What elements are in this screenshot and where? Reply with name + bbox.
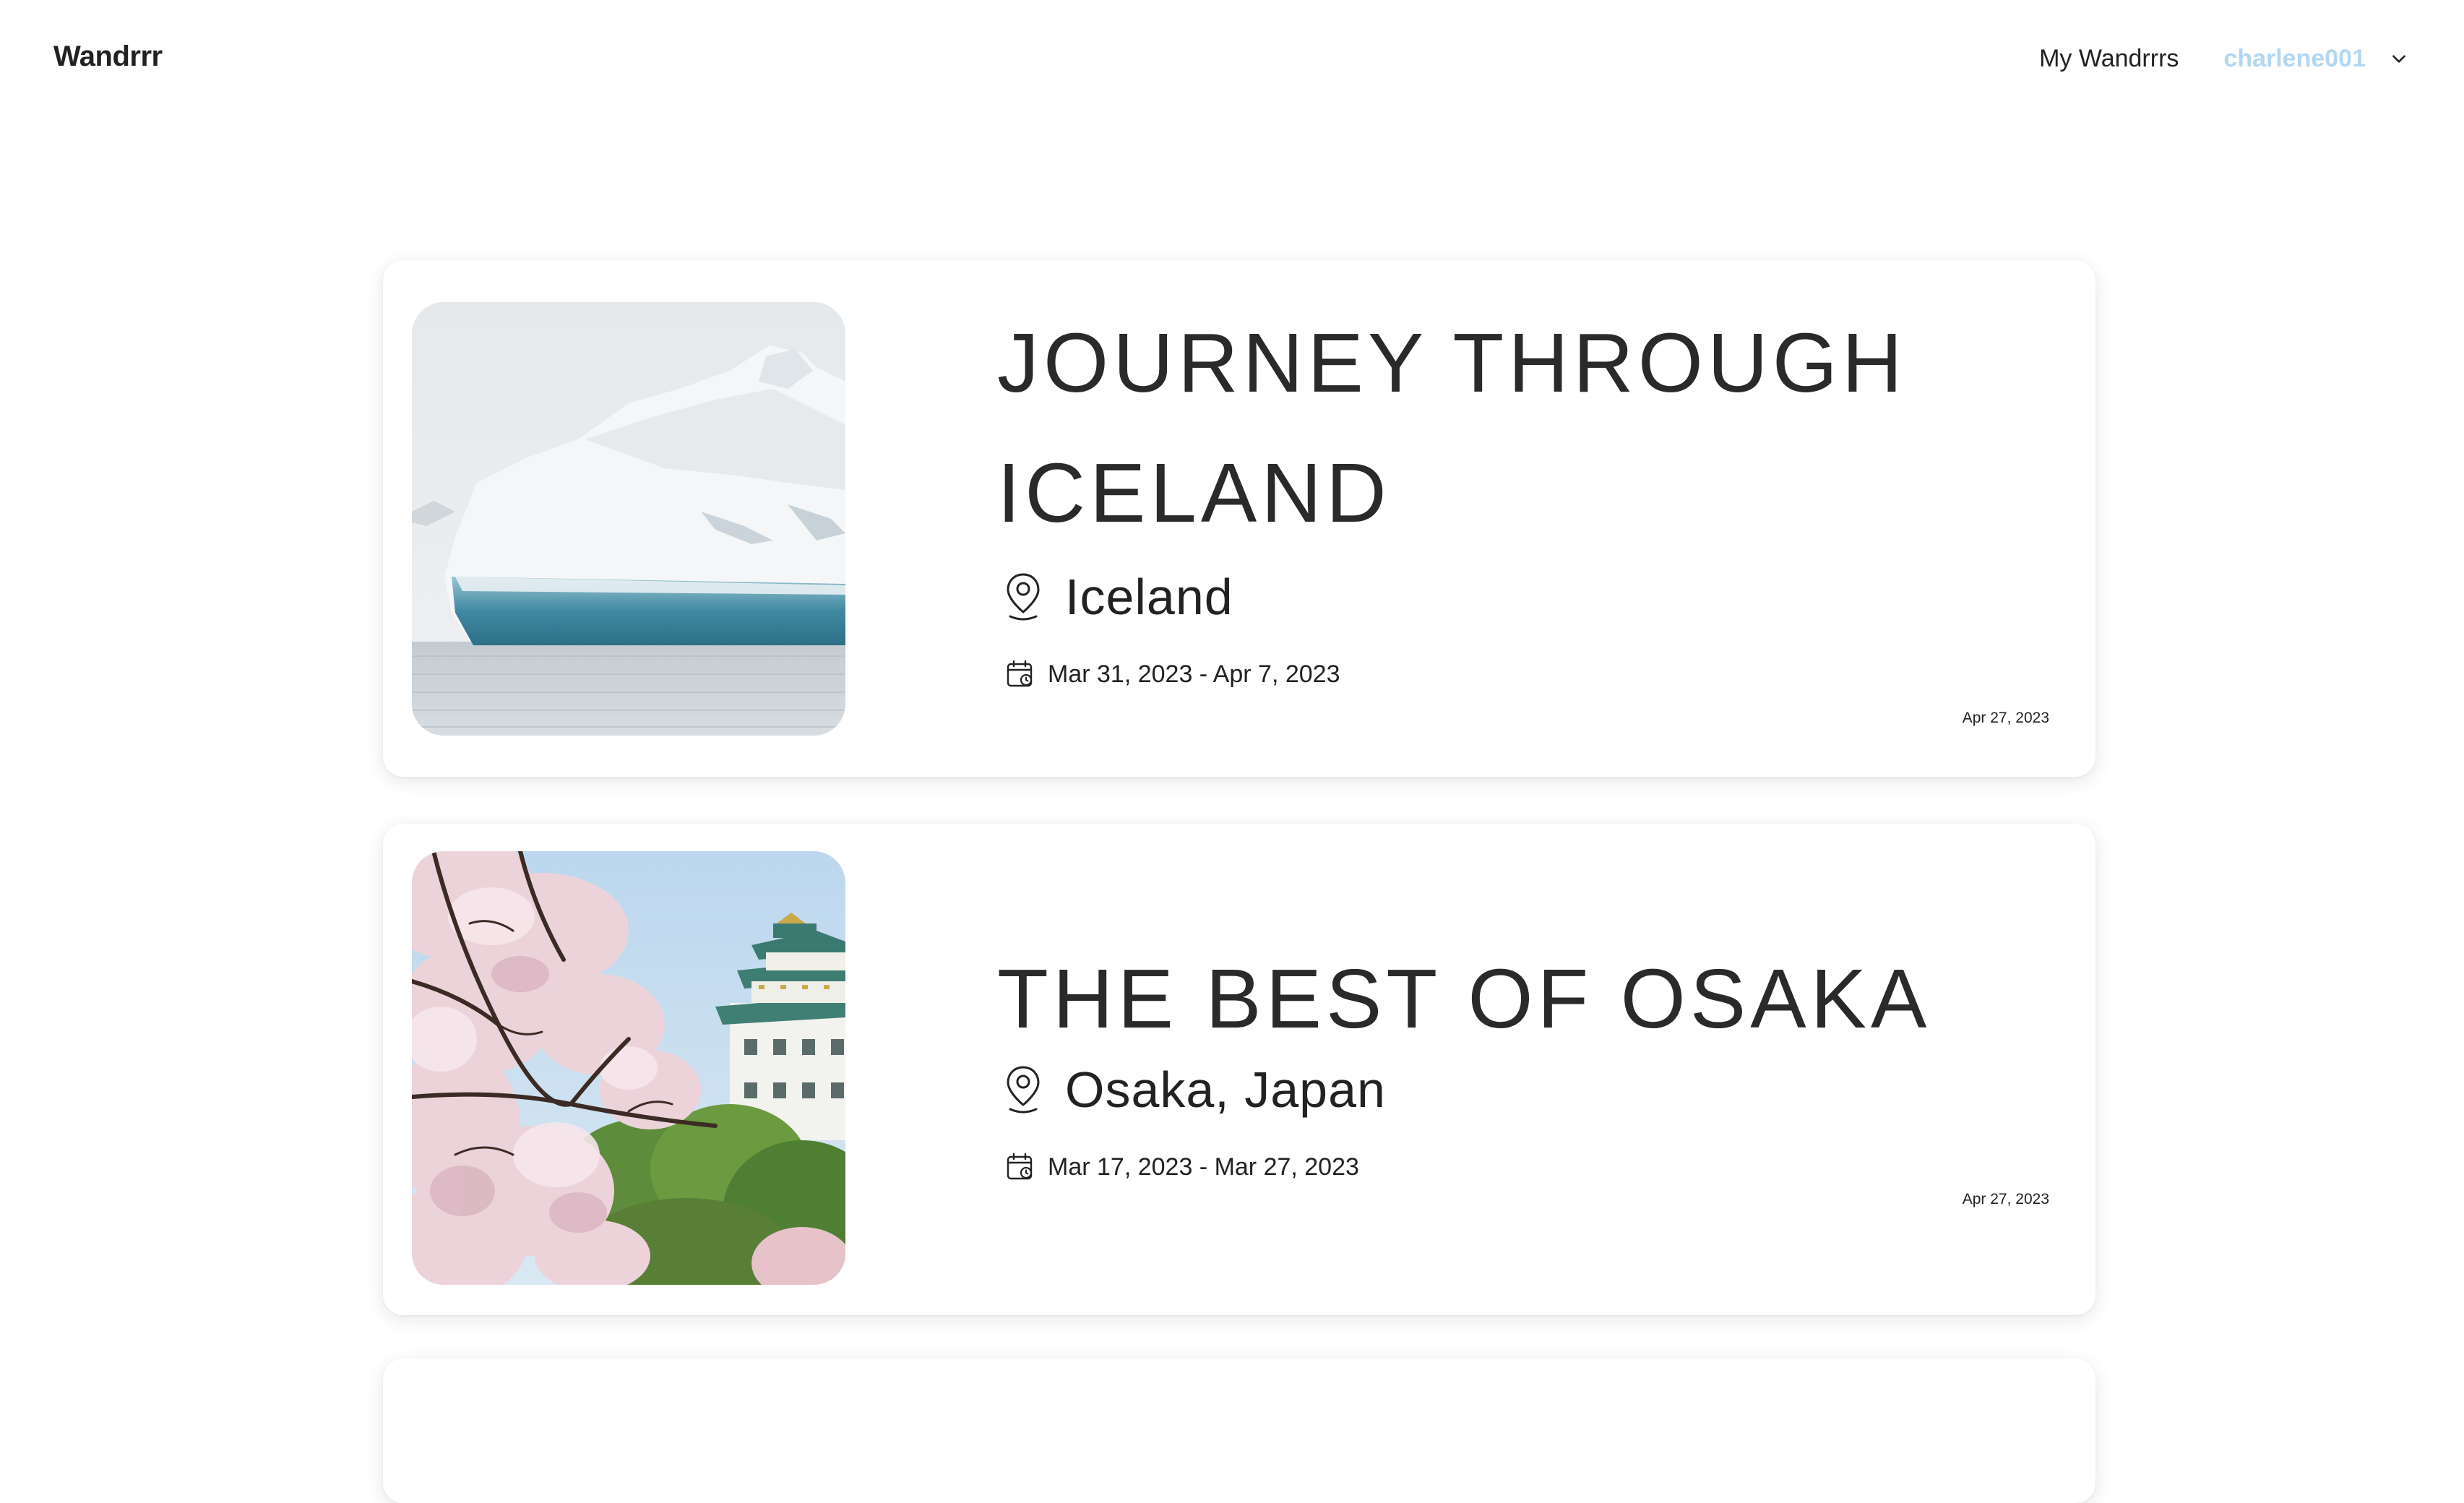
trip-posted-date: Apr 27, 2023 (1962, 710, 2049, 726)
trip-image-iceberg[interactable] (412, 302, 845, 736)
trip-location-text: Osaka, Japan (1065, 1061, 1386, 1118)
my-wandrrrs-link[interactable]: My Wandrrrs (2039, 45, 2179, 73)
top-nav: Wandrrr My Wandrrrs charlene001 (0, 0, 2464, 116)
chevron-down-icon[interactable] (2387, 47, 2411, 70)
trip-title-line2: ICELAND (997, 446, 1391, 540)
calendar-icon (1007, 660, 1033, 687)
trip-title: JOURNEY THROUGH ICELAND (997, 298, 1907, 558)
trip-location-text: Iceland (1065, 569, 1233, 625)
trip-dates: Mar 17, 2023 - Mar 27, 2023 (997, 1150, 1931, 1184)
trip-posted-date: Apr 27, 2023 (1962, 1191, 2049, 1207)
trip-card[interactable]: THE BEST OF OSAKA Osaka, Japan Mar 17, 2… (383, 824, 2095, 1315)
calendar-icon (1007, 1153, 1033, 1180)
trip-details: THE BEST OF OSAKA Osaka, Japan Mar 17, 2… (997, 934, 1931, 1184)
username-menu[interactable]: charlene001 (2223, 45, 2366, 73)
map-pin-icon (1007, 1066, 1040, 1114)
trip-dates: Mar 31, 2023 - Apr 7, 2023 (997, 658, 1907, 691)
trip-details: JOURNEY THROUGH ICELAND Iceland Mar 31, … (997, 298, 1907, 691)
brand-logo[interactable]: Wandrrr (53, 40, 163, 73)
trip-dates-text: Mar 17, 2023 - Mar 27, 2023 (1048, 1153, 1359, 1181)
trip-dates-text: Mar 31, 2023 - Apr 7, 2023 (1048, 660, 1340, 688)
trip-card[interactable]: JOURNEY THROUGH ICELAND Iceland Mar 31, … (383, 260, 2095, 777)
trip-location: Iceland (997, 568, 1907, 626)
trip-location: Osaka, Japan (997, 1061, 1931, 1119)
map-pin-icon (1007, 573, 1040, 621)
trip-title: THE BEST OF OSAKA (997, 934, 1931, 1064)
trip-title-line1: THE BEST OF OSAKA (997, 952, 1931, 1046)
trip-title-line1: JOURNEY THROUGH (997, 316, 1907, 410)
nav-right: My Wandrrrs charlene001 (2039, 40, 2411, 77)
trip-card[interactable] (383, 1358, 2095, 1503)
trip-image-osaka[interactable] (412, 851, 845, 1285)
